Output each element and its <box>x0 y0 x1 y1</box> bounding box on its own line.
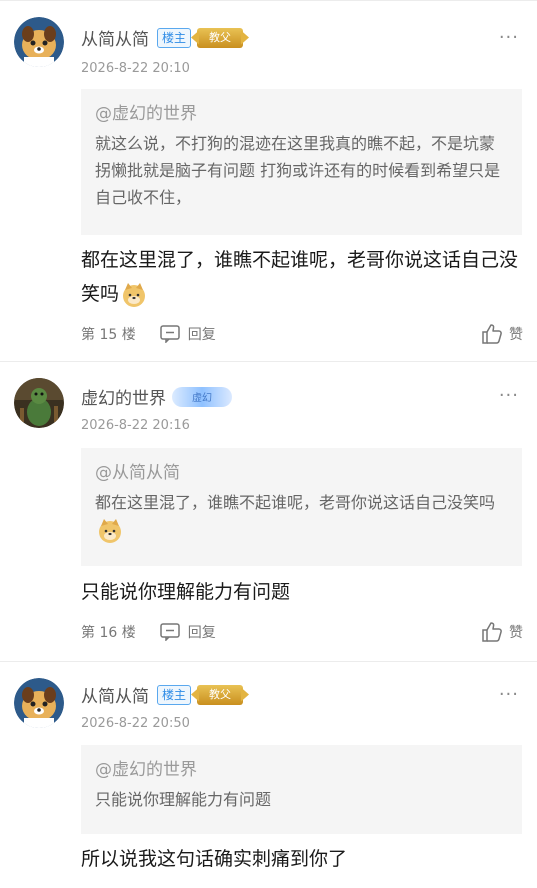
quote-text: 都在这里混了，谁瞧不起谁呢，老哥你说这话自己没笑吗 <box>95 489 508 544</box>
quote-author: @从简从简 <box>95 463 180 483</box>
floor-number: 第 15 楼 <box>81 327 136 343</box>
reply-label: 回复 <box>187 625 216 641</box>
more-icon[interactable]: ··· <box>499 684 519 705</box>
quote-text-body: 都在这里混了，谁瞧不起谁呢，老哥你说这话自己没笑吗 <box>95 493 496 512</box>
doge-emoji-icon <box>123 282 146 307</box>
post-footer: 第 15 楼 回复 赞 <box>81 323 523 345</box>
comment-icon <box>159 325 180 343</box>
quote-text: 只能说你理解能力有问题 <box>95 790 272 809</box>
more-icon[interactable]: ··· <box>499 27 519 48</box>
reply-button[interactable]: 回复 <box>159 622 216 642</box>
post-floor-17: 从简从简 楼主 教父 ··· 2026-8-22 20:50 @虚幻的世界 只能… <box>0 662 537 888</box>
post-footer: 第 16 楼 回复 赞 <box>81 621 523 643</box>
level-badge: 虚幻 <box>172 386 232 407</box>
post-floor-16: 虚幻的世界 虚幻 ··· 2026-8-22 20:16 @从简从简 都在这里混… <box>0 362 537 662</box>
like-label: 赞 <box>509 625 523 641</box>
post-header: 虚幻的世界 虚幻 <box>81 384 232 409</box>
username[interactable]: 从简从简 <box>81 682 149 707</box>
username[interactable]: 虚幻的世界 <box>81 384 166 409</box>
comment-icon <box>159 623 180 641</box>
like-label: 赞 <box>509 327 523 343</box>
thumbs-up-icon <box>482 622 502 642</box>
avatar[interactable] <box>14 378 64 428</box>
quote-author: @虚幻的世界 <box>95 104 197 124</box>
quote-author: @虚幻的世界 <box>95 760 197 780</box>
post-floor-15: 从简从简 楼主 教父 ··· 2026-8-22 20:10 @虚幻的世界 就这… <box>0 5 537 362</box>
post-content: 都在这里混了，谁瞧不起谁呢，老哥你说这话自己没笑吗 <box>81 243 526 311</box>
quote-block[interactable]: @从简从简 都在这里混了，谁瞧不起谁呢，老哥你说这话自己没笑吗 <box>81 448 522 566</box>
avatar[interactable] <box>14 17 64 67</box>
post-header: 从简从简 楼主 教父 <box>81 682 244 707</box>
post-time: 2026-8-22 20:16 <box>81 418 190 433</box>
quote-text: 就这么说，不打狗的混迹在这里我真的瞧不起，不是坑蒙拐懒批就是脑子有问题 打狗或许… <box>95 134 501 207</box>
floor-number: 第 16 楼 <box>81 625 136 641</box>
post-content: 所以说我这句话确实刺痛到你了 <box>81 848 348 870</box>
post-time: 2026-8-22 20:50 <box>81 716 190 731</box>
reply-label: 回复 <box>187 327 216 343</box>
like-button[interactable]: 赞 <box>481 323 523 345</box>
quote-block[interactable]: @虚幻的世界 只能说你理解能力有问题 <box>81 745 522 834</box>
avatar[interactable] <box>14 678 64 728</box>
more-icon[interactable]: ··· <box>499 385 519 406</box>
reply-button[interactable]: 回复 <box>159 324 216 344</box>
post-header: 从简从简 楼主 教父 <box>81 25 244 50</box>
like-button[interactable]: 赞 <box>481 621 523 643</box>
quote-block[interactable]: @虚幻的世界 就这么说，不打狗的混迹在这里我真的瞧不起，不是坑蒙拐懒批就是脑子有… <box>81 89 522 235</box>
thumbs-up-icon <box>482 324 502 344</box>
post-content: 只能说你理解能力有问题 <box>81 581 291 603</box>
title-badge: 教父 <box>197 27 244 48</box>
doge-emoji-icon <box>99 518 121 543</box>
op-badge: 楼主 <box>157 27 192 48</box>
title-badge: 教父 <box>197 684 244 705</box>
post-time: 2026-8-22 20:10 <box>81 61 190 76</box>
op-badge: 楼主 <box>157 684 192 705</box>
username[interactable]: 从简从简 <box>81 25 149 50</box>
